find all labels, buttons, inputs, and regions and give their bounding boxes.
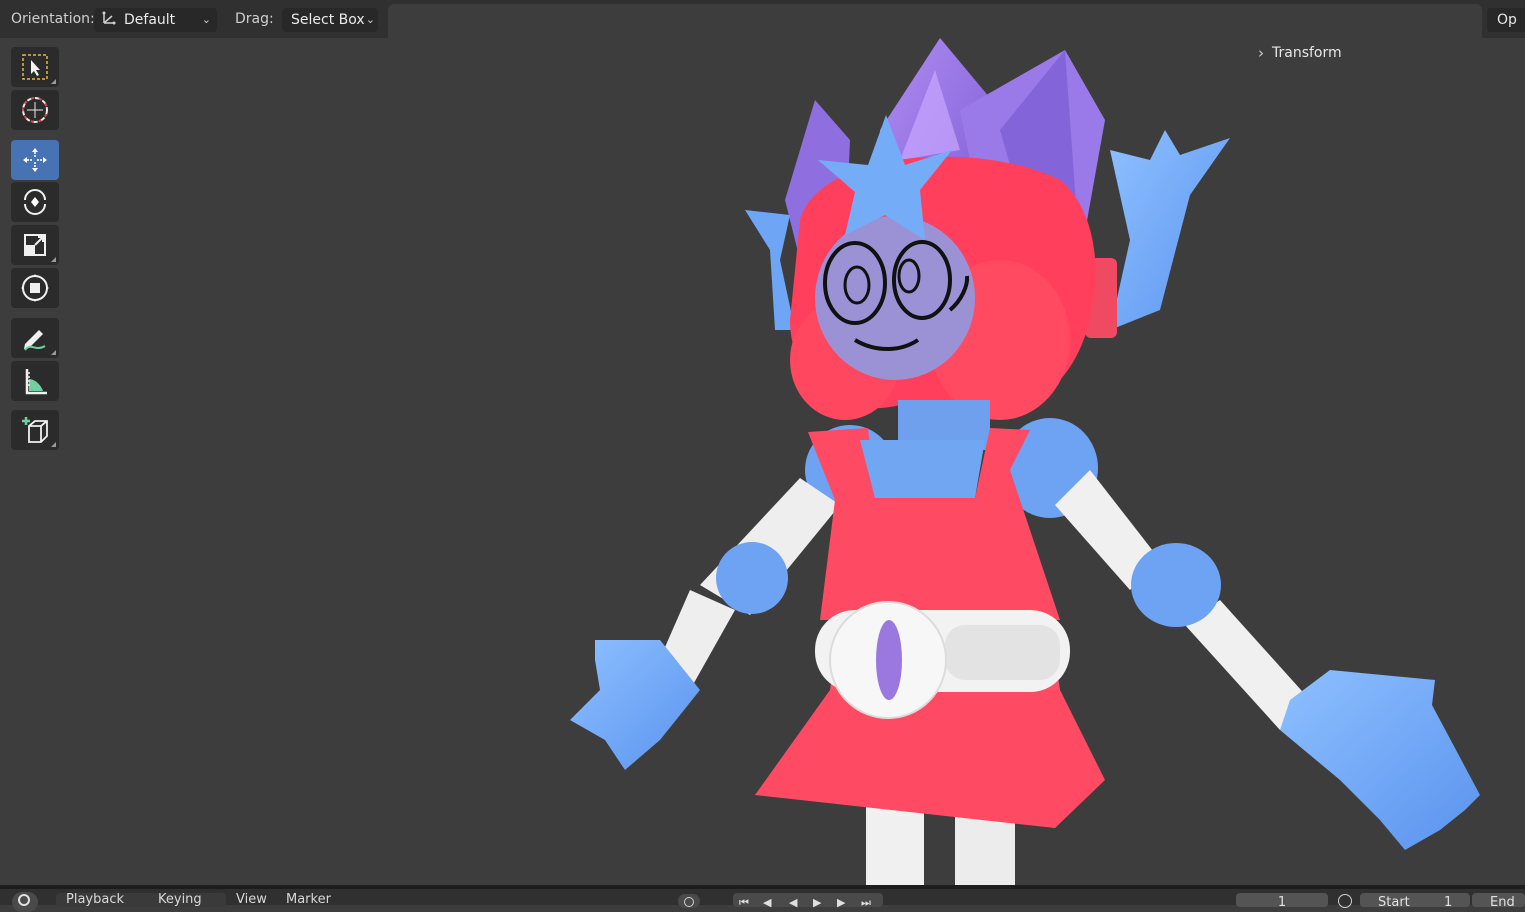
transform-icon [21, 274, 49, 302]
3d-viewport[interactable] [0, 38, 1525, 890]
clock-icon [18, 894, 30, 906]
face [815, 216, 975, 380]
rotate-icon [24, 189, 46, 215]
move-icon [23, 148, 47, 172]
orientation-axes-icon [100, 9, 120, 31]
record-button[interactable] [678, 894, 700, 908]
orientation-value: Default [124, 12, 176, 28]
timeline-header: Playback Keying View Marker ⏮ ◀ ◀ ▶ ▶ ⏭ … [0, 885, 1525, 912]
left-leg [866, 800, 924, 890]
cursor-tool[interactable] [11, 90, 59, 130]
select-box-tool[interactable] [11, 47, 59, 87]
measure-tool[interactable] [11, 361, 59, 401]
editor-type-button[interactable] [12, 892, 38, 912]
start-label: Start [1378, 895, 1410, 907]
header-tab-area [388, 4, 1482, 38]
transform-label: Transform [1272, 45, 1342, 61]
record-icon [684, 897, 694, 907]
next-keyframe-icon[interactable]: ▶ [837, 896, 845, 909]
cursor-icon [22, 97, 48, 123]
annotate-icon [24, 330, 46, 351]
rotate-tool[interactable] [11, 182, 59, 222]
measure-icon [25, 369, 47, 395]
drag-value: Select Box [291, 12, 365, 28]
transform-panel-header[interactable]: › Transform [1258, 44, 1342, 62]
scale-icon [24, 234, 46, 256]
annotate-tool[interactable] [11, 318, 59, 358]
play-icon[interactable]: ▶ [813, 896, 821, 909]
chevron-right-icon: › [1258, 44, 1264, 62]
drag-dropdown[interactable]: Select Box ⌄ [282, 8, 378, 32]
chevron-down-icon: ⌄ [365, 13, 375, 26]
chevron-down-icon: ⌄ [201, 13, 211, 26]
play-reverse-icon[interactable]: ◀ [789, 896, 797, 909]
options-button[interactable]: Op [1487, 8, 1525, 32]
add-cube-icon [22, 417, 48, 443]
raised-arm [1085, 130, 1230, 338]
options-label: Op [1497, 12, 1517, 28]
end-label: End [1490, 895, 1515, 907]
drag-label: Drag: [235, 11, 274, 27]
move-tool[interactable] [11, 140, 59, 180]
prev-keyframe-icon[interactable]: ◀ [763, 896, 771, 909]
jump-start-icon[interactable]: ⏮ [739, 896, 749, 910]
right-hand [1280, 670, 1480, 850]
orientation-label: Orientation: [11, 11, 95, 27]
scale-tool[interactable] [11, 225, 59, 265]
viewport-header: Orientation: Default ⌄ Drag: Select Box … [0, 0, 1525, 38]
orientation-dropdown[interactable]: Default ⌄ [94, 8, 217, 32]
select-box-icon [22, 54, 48, 80]
character-model[interactable] [0, 38, 1525, 890]
transform-tool[interactable] [11, 268, 59, 308]
stopwatch-icon[interactable] [1338, 894, 1352, 908]
jump-end-icon[interactable]: ⏭ [861, 896, 871, 910]
add-cube-tool[interactable] [11, 410, 59, 450]
current-frame-value: 1 [1277, 895, 1287, 907]
